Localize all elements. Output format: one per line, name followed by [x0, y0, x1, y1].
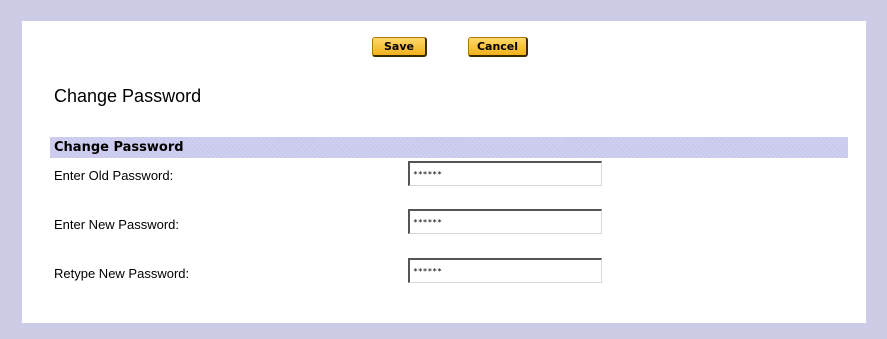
- page-frame: Save Cancel Change Password Change Passw…: [0, 0, 887, 339]
- toolbar: Save Cancel: [22, 35, 866, 59]
- new-password-field[interactable]: [408, 209, 602, 234]
- cancel-button[interactable]: Cancel: [468, 37, 528, 57]
- content-panel: Save Cancel Change Password Change Passw…: [22, 21, 866, 323]
- retype-password-label: Retype New Password:: [54, 266, 190, 281]
- page-title: Change Password: [54, 86, 202, 106]
- save-button[interactable]: Save: [372, 37, 427, 57]
- old-password-label: Enter Old Password:: [54, 168, 174, 183]
- old-password-field[interactable]: [408, 161, 602, 186]
- section-header: Change Password: [50, 137, 848, 158]
- retype-password-field[interactable]: [408, 258, 602, 283]
- new-password-label: Enter New Password:: [54, 217, 179, 232]
